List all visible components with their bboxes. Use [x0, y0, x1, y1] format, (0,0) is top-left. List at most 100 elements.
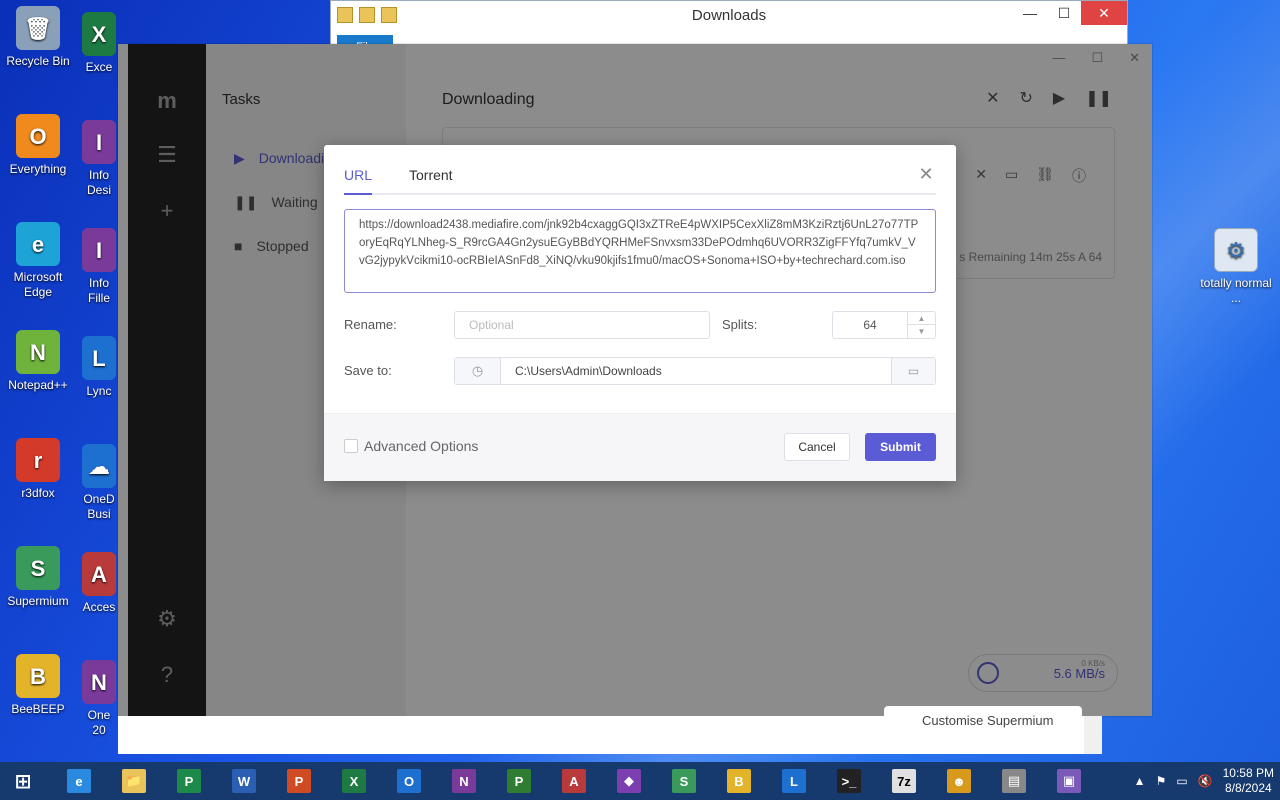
desktop-icon-label: Info Fille	[87, 276, 110, 305]
taskbar-app-terminal[interactable]: >_	[826, 764, 872, 798]
tab-url[interactable]: URL	[344, 167, 373, 195]
settings-icon: ⚙	[1214, 228, 1258, 272]
advanced-options-label[interactable]: Advanced Options	[364, 438, 478, 454]
taskbar-app-lync[interactable]: L	[771, 764, 817, 798]
taskbar-app-word[interactable]: W	[221, 764, 267, 798]
taskbar-app-explorer[interactable]: 📁	[111, 764, 157, 798]
scrollbar[interactable]	[1084, 716, 1102, 754]
clock[interactable]: 10:58 PM 8/8/2024	[1223, 766, 1274, 796]
desktop-icon-label: Acces	[82, 600, 116, 614]
rename-label: Rename:	[344, 317, 397, 332]
volume-muted-icon[interactable]: 🔇	[1198, 774, 1213, 788]
desktop-icon[interactable]: O Everything	[0, 114, 76, 177]
desktop-icon[interactable]: B BeeBEEP	[0, 654, 76, 717]
desktop-icon-label: r3dfox	[21, 486, 55, 500]
taskbar-app-supermium[interactable]: S	[661, 764, 707, 798]
app-icon: S	[16, 546, 60, 590]
desktop-icon-label: Exce	[85, 60, 113, 74]
desktop-icon[interactable]: A Acces	[80, 552, 118, 615]
desktop-icon[interactable]: N One 20	[80, 660, 118, 738]
tab-torrent[interactable]: Torrent	[409, 167, 453, 193]
project-icon: P	[507, 769, 531, 793]
decrement-button[interactable]: ▼	[908, 325, 935, 338]
taskbar-app-outlook[interactable]: O	[386, 764, 432, 798]
explorer-window-controls: — ☐ ✕	[1013, 1, 1127, 25]
taskbar-app-project-green[interactable]: P	[166, 764, 212, 798]
app-icon: X	[82, 12, 116, 56]
desktop-icon[interactable]: e Microsoft Edge	[0, 222, 76, 300]
advanced-options-checkbox[interactable]	[344, 439, 358, 453]
taskbar-app-excel[interactable]: X	[331, 764, 377, 798]
desktop-icon-label: Info Desi	[86, 168, 111, 197]
taskbar-app-visual-studio[interactable]: ◆	[606, 764, 652, 798]
network-icon[interactable]: ▭	[1176, 774, 1187, 788]
app-icon: N	[82, 660, 116, 704]
desktop-icon[interactable]: ☁ OneD Busi	[80, 444, 118, 522]
motrix-icon: ▣	[1057, 769, 1081, 793]
windows-logo-icon: ⊞	[14, 770, 32, 793]
saveto-label: Save to:	[344, 363, 392, 378]
onenote-icon: N	[452, 769, 476, 793]
taskbar-app-ie[interactable]: e	[56, 764, 102, 798]
splits-value: 64	[863, 318, 877, 332]
project-green-icon: P	[177, 769, 201, 793]
desktop-icon-totally-normal[interactable]: ⚙ totally normal ...	[1198, 228, 1274, 306]
saveto-path: C:\Users\Admin\Downloads	[515, 364, 662, 378]
stepper-controls: ▲ ▼	[907, 312, 935, 338]
cancel-button[interactable]: Cancel	[784, 433, 850, 461]
desktop-icon[interactable]: S Supermium	[0, 546, 76, 609]
splits-stepper[interactable]: 64 ▲ ▼	[832, 311, 936, 339]
app-icon: I	[82, 120, 116, 164]
desktop-icon[interactable]: I Info Desi	[80, 120, 118, 198]
url-input[interactable]: https://download2438.mediafire.com/jnk92…	[344, 209, 936, 293]
minimize-button[interactable]: —	[1013, 1, 1047, 25]
ie-icon: e	[67, 769, 91, 793]
browse-folder-icon[interactable]: ▭	[891, 358, 935, 384]
taskbar-app-archive[interactable]: ▤	[991, 764, 1037, 798]
maximize-button[interactable]: ☐	[1047, 1, 1081, 25]
desktop-icon[interactable]: I Info Fille	[80, 228, 118, 306]
desktop-icon[interactable]: X Exce	[80, 12, 118, 75]
desktop-icon-label: Notepad++	[8, 378, 68, 392]
customise-supermium-button[interactable]: Customise Supermium	[884, 706, 1082, 736]
taskbar-app-game[interactable]: ☻	[936, 764, 982, 798]
start-button[interactable]: ⊞	[0, 764, 46, 798]
taskbar-app-beebeep[interactable]: B	[716, 764, 762, 798]
taskbar-app-motrix[interactable]: ▣	[1046, 764, 1092, 798]
visual-studio-icon: ◆	[617, 769, 641, 793]
desktop-icon-label: BeeBEEP	[11, 702, 65, 716]
access-icon: A	[562, 769, 586, 793]
taskbar-app-onenote[interactable]: N	[441, 764, 487, 798]
app-icon: 🗑	[16, 6, 60, 50]
increment-button[interactable]: ▲	[908, 312, 935, 325]
desktop-icon-label: Everything	[9, 162, 67, 176]
app-icon: O	[16, 114, 60, 158]
taskbar-app-access[interactable]: A	[551, 764, 597, 798]
desktop-icon[interactable]: L Lync	[80, 336, 118, 399]
app-icon: L	[82, 336, 116, 380]
game-icon: ☻	[947, 769, 971, 793]
close-button[interactable]: ✕	[1081, 1, 1127, 25]
excel-icon: X	[342, 769, 366, 793]
show-hidden-icons-icon[interactable]: ▲	[1134, 774, 1146, 788]
desktop-icon[interactable]: 🗑 Recycle Bin	[0, 6, 76, 69]
submit-button[interactable]: Submit	[865, 433, 936, 461]
taskbar-app-project[interactable]: P	[496, 764, 542, 798]
system-tray: ▲ ⚑ ▭ 🔇 10:58 PM 8/8/2024	[1134, 762, 1274, 800]
saveto-field[interactable]: ◷ C:\Users\Admin\Downloads ▭	[454, 357, 936, 385]
taskbar-app-7zip[interactable]: 7z	[881, 764, 927, 798]
dialog-tabs: URL Torrent	[344, 165, 936, 195]
action-center-flag-icon[interactable]: ⚑	[1156, 774, 1167, 788]
explorer-icon: 📁	[122, 769, 146, 793]
app-icon: r	[16, 438, 60, 482]
splits-label: Splits:	[722, 317, 758, 332]
rename-input[interactable]: Optional	[454, 311, 710, 339]
history-icon[interactable]: ◷	[455, 358, 501, 384]
clock-time: 10:58 PM	[1222, 766, 1274, 780]
taskbar-app-powerpoint[interactable]: P	[276, 764, 322, 798]
desktop-icon[interactable]: N Notepad++	[0, 330, 76, 393]
archive-icon: ▤	[1002, 769, 1026, 793]
desktop-icon[interactable]: r r3dfox	[0, 438, 76, 501]
clock-date: 8/8/2024	[1224, 781, 1272, 795]
close-icon[interactable]: ✕	[916, 165, 936, 185]
